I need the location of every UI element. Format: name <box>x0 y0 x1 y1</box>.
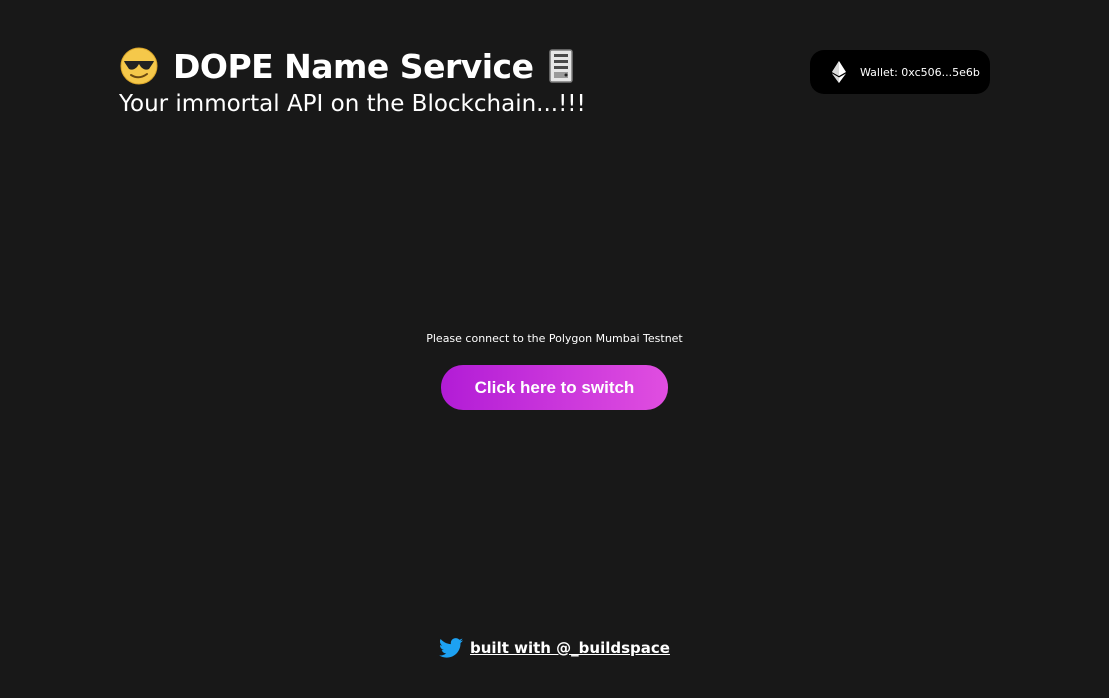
sunglasses-face-icon <box>119 46 159 86</box>
wallet-address: Wallet: 0xc506...5e6b <box>860 65 980 79</box>
title-row: DOPE Name Service <box>119 44 586 88</box>
footer: built with @_buildspace <box>0 638 1109 658</box>
wallet-button[interactable]: Wallet: 0xc506...5e6b <box>810 50 990 94</box>
switch-network-button[interactable]: Click here to switch <box>441 365 668 410</box>
page-subtitle: Your immortal API on the Blockchain...!!… <box>119 91 586 117</box>
network-prompt: Please connect to the Polygon Mumbai Tes… <box>0 332 1109 410</box>
twitter-icon <box>439 638 464 658</box>
buildspace-link[interactable]: built with @_buildspace <box>470 639 670 657</box>
network-message: Please connect to the Polygon Mumbai Tes… <box>426 332 683 345</box>
ethereum-icon <box>832 61 846 83</box>
server-icon <box>548 49 574 83</box>
header: DOPE Name Service Your immortal API on t… <box>119 44 586 118</box>
page-title: DOPE Name Service <box>173 46 534 86</box>
app-root: DOPE Name Service Your immortal API on t… <box>0 0 1109 698</box>
